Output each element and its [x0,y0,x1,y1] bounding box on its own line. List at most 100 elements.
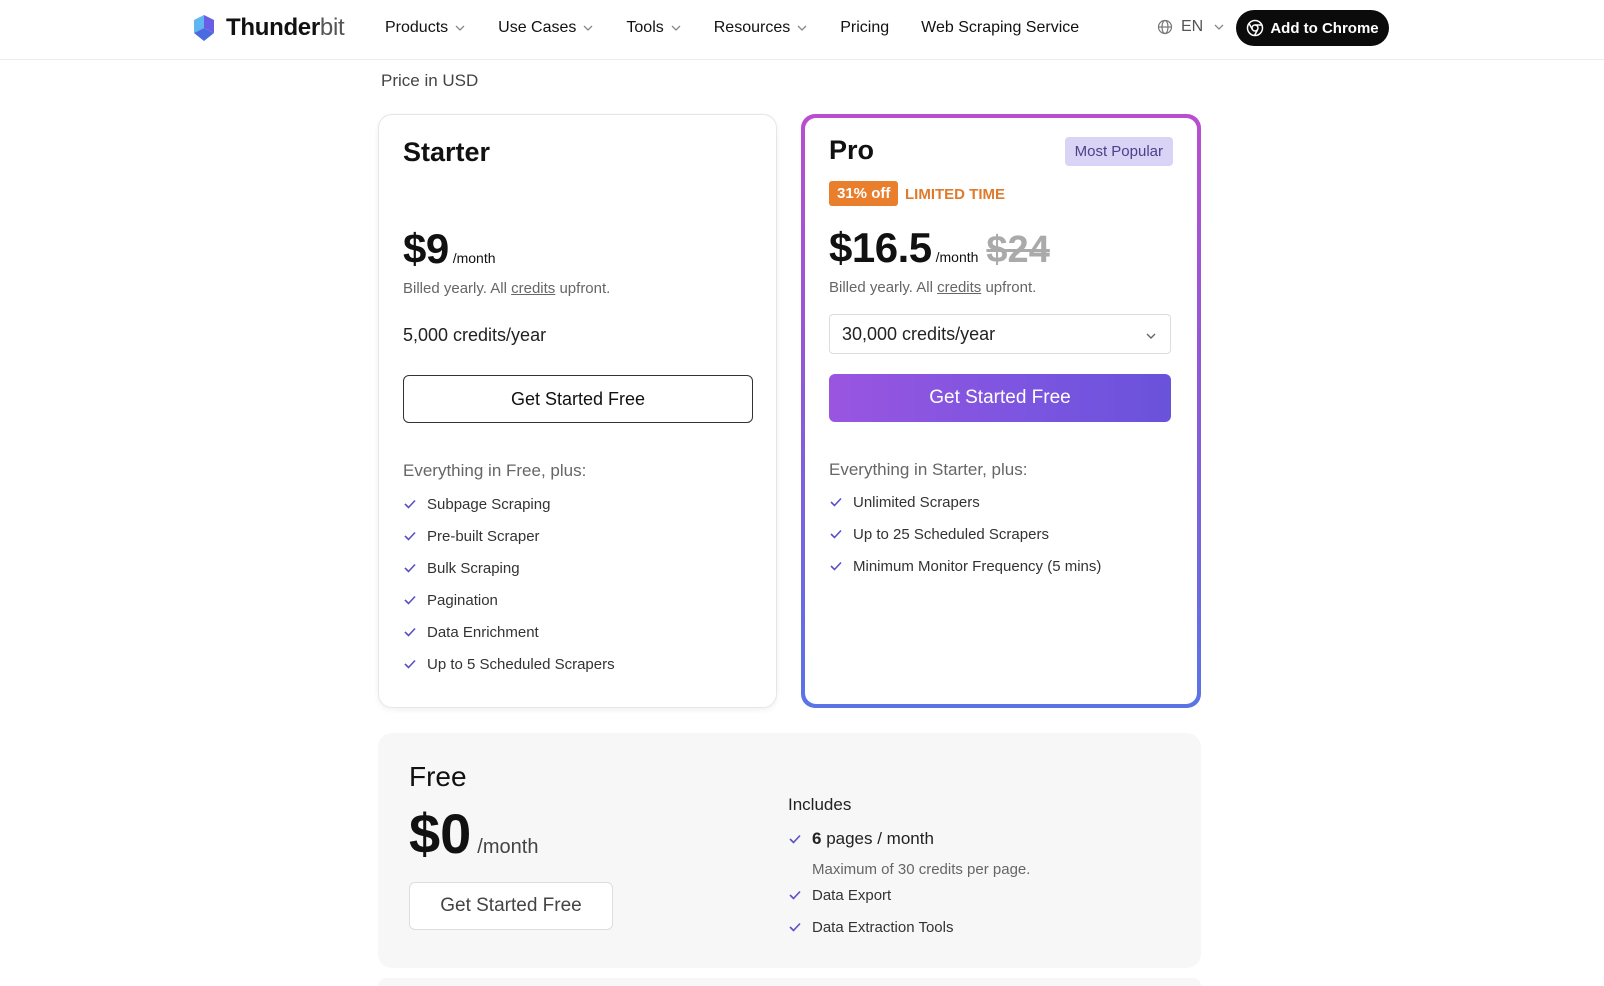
billing-note-suffix: upfront. [981,279,1037,296]
price-row: $16.5 /month $24 [829,224,1050,272]
plan-title: Free [409,761,467,792]
menu-tools-label: Tools [626,19,664,36]
add-to-chrome-label: Add to Chrome [1270,19,1379,37]
menu-pricing-label: Pricing [840,19,890,36]
menu-products[interactable]: Products [385,18,466,38]
pro-plan-card: Pro Most Popular 31% off LIMITED TIME $1… [801,114,1201,708]
list-item: Data Export [788,879,953,911]
billing-note-prefix: Billed yearly. All [829,279,938,296]
menu-web-scraping-service-label: Web Scraping Service [921,19,1080,36]
pro-get-started-button[interactable]: Get Started Free [829,374,1171,422]
language-selector[interactable]: EN [1157,18,1225,36]
plan-title: Starter [403,137,491,167]
credits-link[interactable]: credits [937,279,981,296]
features-heading: Everything in Free, plus: [403,461,587,480]
credits-select[interactable]: 30,000 credits/year [829,314,1171,354]
feature-label: Bulk Scraping [427,559,520,577]
pages-text: pages / month [821,829,934,848]
feature-label: Pagination [427,591,498,609]
price: $0 [409,802,472,865]
price: $16.5 [829,224,932,271]
free-get-started-button[interactable]: Get Started Free [409,882,613,930]
logo-text-bold: Thunder [226,14,320,41]
credits-select-value: 30,000 credits/year [842,323,996,344]
list-item: Pagination [403,584,615,616]
billing-note-prefix: Billed yearly. All [403,280,512,297]
limited-time-label: LIMITED TIME [905,186,1005,203]
chevron-down-icon [1214,24,1224,30]
list-item: 6 pages / month [788,823,953,855]
check-icon [404,595,416,605]
includes-heading: Includes [788,795,852,814]
feature-label: Data Extraction Tools [812,918,954,936]
next-section-edge [378,978,1201,986]
price-period: /month [935,249,979,265]
add-to-chrome-button[interactable]: Add to Chrome [1236,10,1389,46]
main-menu: Products Use Cases Tools Resources Prici… [385,18,1111,38]
list-item: Data Enrichment [403,616,615,648]
chrome-icon [1247,19,1264,37]
list-item: Pre-built Scraper [403,520,615,552]
menu-resources[interactable]: Resources [714,18,808,38]
list-item: Unlimited Scrapers [829,486,1101,518]
menu-web-scraping-service[interactable]: Web Scraping Service [921,18,1079,38]
menu-use-cases[interactable]: Use Cases [498,18,594,38]
billing-note-suffix: upfront. [555,280,611,297]
price-period: /month [477,836,539,858]
price-row: $9 /month [403,225,496,273]
credits-amount: 5,000 credits/year [403,325,547,345]
check-icon [830,561,842,571]
chevron-down-icon [797,25,807,31]
check-icon [404,627,416,637]
menu-tools[interactable]: Tools [626,18,681,38]
feature-label: Data Enrichment [427,623,539,641]
feature-label: Unlimited Scrapers [853,493,980,511]
check-icon [404,531,416,541]
features-heading: Everything in Starter, plus: [829,460,1028,479]
check-icon [789,922,801,932]
chevron-down-icon [455,25,465,31]
thunderbit-logo-icon [194,15,214,41]
list-item: Up to 25 Scheduled Scrapers [829,518,1101,550]
chevron-down-icon [671,25,681,31]
starter-feature-list: Subpage Scraping Pre-built Scraper Bulk … [403,488,615,680]
list-item: Subpage Scraping [403,488,615,520]
feature-label: Up to 5 Scheduled Scrapers [427,655,615,673]
discount-badge: 31% off [829,181,899,206]
credits-link[interactable]: credits [511,280,555,297]
list-item: Up to 5 Scheduled Scrapers [403,648,615,680]
list-item: Minimum Monitor Frequency (5 mins) [829,550,1101,582]
menu-resources-label: Resources [713,19,791,36]
price-currency-note: Price in USD [381,71,479,90]
billing-note: Billed yearly. All credits upfront. [403,280,610,297]
billing-note: Billed yearly. All credits upfront. [829,279,1036,296]
menu-pricing[interactable]: Pricing [840,18,889,38]
free-plan-card: Free $0 /month Get Started Free Includes… [378,733,1201,968]
chevron-down-icon [583,25,593,31]
price-period: /month [452,250,496,266]
check-icon [404,563,416,573]
plan-title: Pro [829,135,875,165]
feature-label: Minimum Monitor Frequency (5 mins) [853,557,1102,575]
menu-products-label: Products [385,19,449,36]
logo-text-light: bit [319,14,345,41]
check-icon [404,659,416,669]
feature-label: Pre-built Scraper [427,527,540,545]
most-popular-badge: Most Popular [1064,137,1173,166]
price: $9 [403,225,449,272]
language-label: EN [1181,18,1204,35]
free-feature-list: 6 pages / month Data Export Data Extract… [788,823,953,943]
top-navbar: Thunderbit Products Use Cases Tools Reso… [0,0,1604,60]
list-item: Data Extraction Tools [788,911,953,943]
max-credits-note: Maximum of 30 credits per page. [812,861,1031,878]
logo[interactable]: Thunderbit [190,14,345,42]
pro-plan-card-inner: Pro Most Popular 31% off LIMITED TIME $1… [805,118,1197,704]
check-icon [830,529,842,539]
starter-get-started-button[interactable]: Get Started Free [403,375,753,423]
check-icon [789,834,801,844]
feature-label: Data Export [812,886,892,904]
starter-plan-card: Starter $9 /month Billed yearly. All cre… [378,114,777,708]
list-item: Bulk Scraping [403,552,615,584]
check-icon [789,890,801,900]
check-icon [830,497,842,507]
